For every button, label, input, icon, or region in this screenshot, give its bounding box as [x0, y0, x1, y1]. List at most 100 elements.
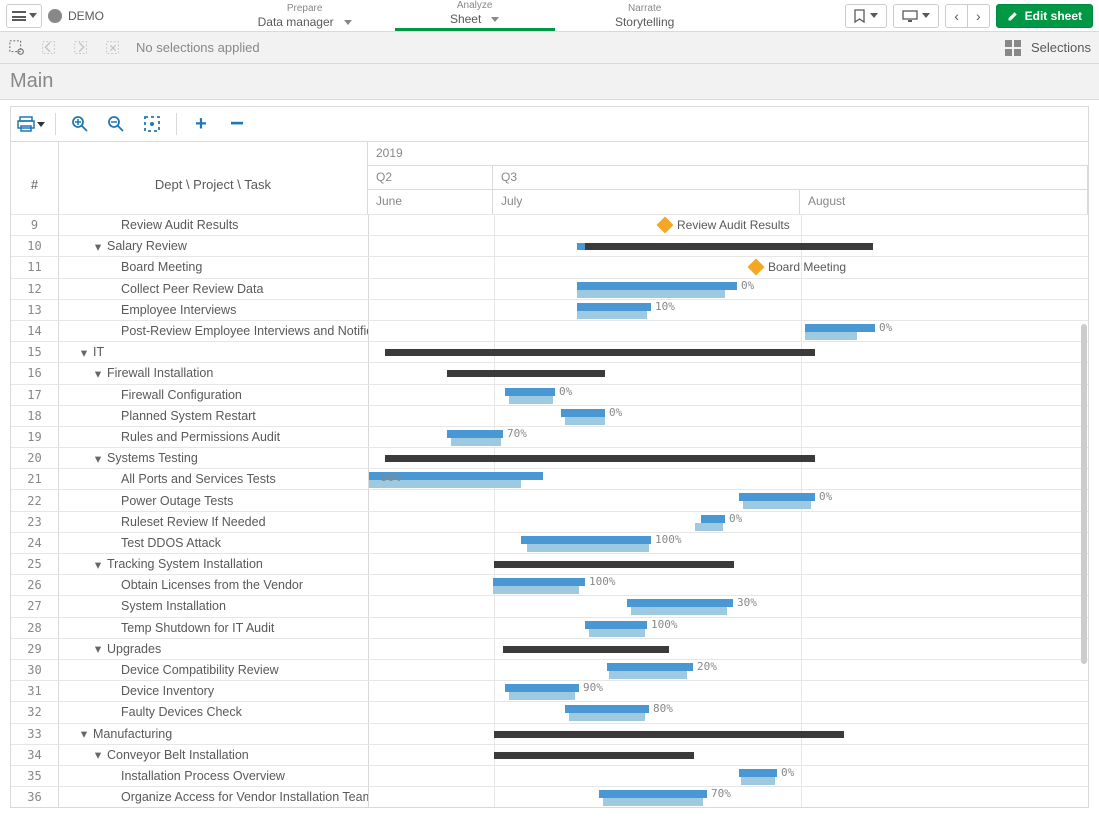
- gantt-row[interactable]: 25▾Tracking System Installation: [11, 553, 1088, 574]
- clear-selections-icon[interactable]: [104, 39, 122, 57]
- task-bar-plan[interactable]: [509, 396, 553, 404]
- gantt-row[interactable]: 20▾Systems Testing: [11, 447, 1088, 468]
- gantt-row[interactable]: 23Ruleset Review If Needed0%: [11, 511, 1088, 532]
- sheets-button[interactable]: [893, 4, 939, 28]
- gantt-row[interactable]: 30Device Compatibility Review20%: [11, 659, 1088, 680]
- gantt-row[interactable]: 33▾Manufacturing: [11, 723, 1088, 744]
- gantt-row[interactable]: 32Faulty Devices Check80%: [11, 701, 1088, 722]
- gantt-row[interactable]: 18Planned System Restart0%: [11, 405, 1088, 426]
- task-bar-actual[interactable]: [585, 621, 647, 629]
- task-bar-actual[interactable]: [565, 705, 649, 713]
- smart-search-icon[interactable]: [8, 39, 26, 57]
- gantt-row[interactable]: 12Collect Peer Review Data0%: [11, 278, 1088, 299]
- gantt-row[interactable]: 16▾Firewall Installation: [11, 362, 1088, 383]
- summary-bar[interactable]: [447, 370, 605, 377]
- gantt-row[interactable]: 11Board MeetingBoard Meeting: [11, 256, 1088, 277]
- expand-toggle[interactable]: ▾: [93, 641, 103, 656]
- bookmark-button[interactable]: [845, 4, 887, 28]
- print-button[interactable]: [17, 116, 45, 132]
- step-back-icon[interactable]: [40, 39, 58, 57]
- task-bar-plan[interactable]: [743, 501, 811, 509]
- task-bar-actual[interactable]: [607, 663, 693, 671]
- task-bar-actual[interactable]: [577, 303, 651, 311]
- app-menu-button[interactable]: [6, 4, 42, 28]
- gantt-row[interactable]: 21All Ports and Services Tests50%: [11, 468, 1088, 489]
- gantt-row[interactable]: 19Rules and Permissions Audit70%: [11, 426, 1088, 447]
- task-bar-plan[interactable]: [589, 629, 645, 637]
- step-forward-icon[interactable]: [72, 39, 90, 57]
- expand-toggle[interactable]: ▾: [93, 239, 103, 254]
- summary-bar[interactable]: [585, 243, 873, 250]
- expand-toggle[interactable]: ▾: [93, 747, 103, 762]
- edit-sheet-button[interactable]: Edit sheet: [996, 4, 1093, 28]
- gantt-row[interactable]: 17Firewall Configuration0%: [11, 384, 1088, 405]
- task-bar-actual[interactable]: [505, 388, 555, 396]
- task-bar-plan[interactable]: [451, 438, 501, 446]
- summary-bar[interactable]: [494, 752, 694, 759]
- gantt-row[interactable]: 36Organize Access for Vendor Installatio…: [11, 786, 1088, 807]
- gantt-row[interactable]: 10▾Salary Review: [11, 235, 1088, 256]
- gantt-row[interactable]: 24Test DDOS Attack100%: [11, 532, 1088, 553]
- gantt-row[interactable]: 15▾IT: [11, 341, 1088, 362]
- zoom-fit-button[interactable]: [138, 110, 166, 138]
- task-bar-plan[interactable]: [565, 417, 605, 425]
- nav-tab-data-manager[interactable]: PrepareData manager: [225, 0, 385, 31]
- collapse-all-button[interactable]: −: [223, 110, 251, 138]
- task-bar-actual[interactable]: [739, 769, 777, 777]
- task-bar-actual[interactable]: [577, 282, 737, 290]
- task-bar-actual[interactable]: [561, 409, 605, 417]
- task-bar-actual[interactable]: [627, 599, 733, 607]
- gantt-row[interactable]: 31Device Inventory90%: [11, 680, 1088, 701]
- task-bar-actual[interactable]: [701, 515, 725, 523]
- task-bar-plan[interactable]: [577, 290, 725, 298]
- milestone-diamond[interactable]: [657, 217, 674, 234]
- expand-toggle[interactable]: ▾: [93, 557, 103, 572]
- task-bar-plan[interactable]: [609, 671, 687, 679]
- task-bar-plan[interactable]: [631, 607, 727, 615]
- gantt-row[interactable]: 26Obtain Licenses from the Vendor100%: [11, 574, 1088, 595]
- gantt-row[interactable]: 35Installation Process Overview0%: [11, 765, 1088, 786]
- gantt-row[interactable]: 29▾Upgrades: [11, 638, 1088, 659]
- summary-bar[interactable]: [503, 646, 669, 653]
- task-bar-actual[interactable]: [739, 493, 815, 501]
- task-bar-actual[interactable]: [599, 790, 707, 798]
- nav-tab-storytelling[interactable]: NarrateStorytelling: [565, 0, 725, 31]
- task-bar-plan[interactable]: [805, 332, 857, 340]
- task-bar-actual[interactable]: [805, 324, 875, 332]
- task-bar-plan[interactable]: [603, 798, 703, 806]
- gantt-row[interactable]: 13Employee Interviews10%: [11, 299, 1088, 320]
- gantt-row[interactable]: 22Power Outage Tests0%: [11, 489, 1088, 510]
- gantt-row[interactable]: 28Temp Shutdown for IT Audit100%: [11, 617, 1088, 638]
- task-bar-actual[interactable]: [447, 430, 503, 438]
- expand-toggle[interactable]: ▾: [93, 366, 103, 381]
- task-bar-actual[interactable]: [505, 684, 579, 692]
- gantt-row[interactable]: 27System Installation30%: [11, 595, 1088, 616]
- gantt-row[interactable]: 9Review Audit ResultsReview Audit Result…: [11, 214, 1088, 235]
- summary-bar[interactable]: [494, 731, 844, 738]
- gantt-row[interactable]: 34▾Conveyor Belt Installation: [11, 744, 1088, 765]
- task-bar-plan[interactable]: [509, 692, 575, 700]
- task-bar-plan[interactable]: [741, 777, 775, 785]
- task-bar-plan[interactable]: [577, 311, 647, 319]
- task-bar-plan[interactable]: [569, 713, 645, 721]
- task-bar-actual[interactable]: [521, 536, 651, 544]
- task-bar-plan[interactable]: [527, 544, 649, 552]
- prev-sheet-button[interactable]: ‹: [945, 4, 968, 28]
- expand-toggle[interactable]: ▾: [93, 451, 103, 466]
- expand-toggle[interactable]: ▾: [79, 726, 89, 741]
- summary-bar[interactable]: [494, 561, 734, 568]
- task-bar-plan[interactable]: [493, 586, 579, 594]
- next-sheet-button[interactable]: ›: [967, 4, 990, 28]
- summary-bar[interactable]: [385, 455, 815, 462]
- milestone-diamond[interactable]: [748, 259, 765, 276]
- task-bar-actual[interactable]: [493, 578, 585, 586]
- nav-tab-sheet[interactable]: AnalyzeSheet: [395, 0, 555, 31]
- expand-toggle[interactable]: ▾: [79, 345, 89, 360]
- gantt-row[interactable]: 14Post-Review Employee Interviews and No…: [11, 320, 1088, 341]
- zoom-out-button[interactable]: [102, 110, 130, 138]
- task-bar-plan[interactable]: [695, 523, 723, 531]
- zoom-in-button[interactable]: [66, 110, 94, 138]
- selections-tool-button[interactable]: Selections: [1005, 40, 1091, 56]
- expand-all-button[interactable]: +: [187, 110, 215, 138]
- column-header-name[interactable]: Dept \ Project \ Task: [59, 142, 368, 214]
